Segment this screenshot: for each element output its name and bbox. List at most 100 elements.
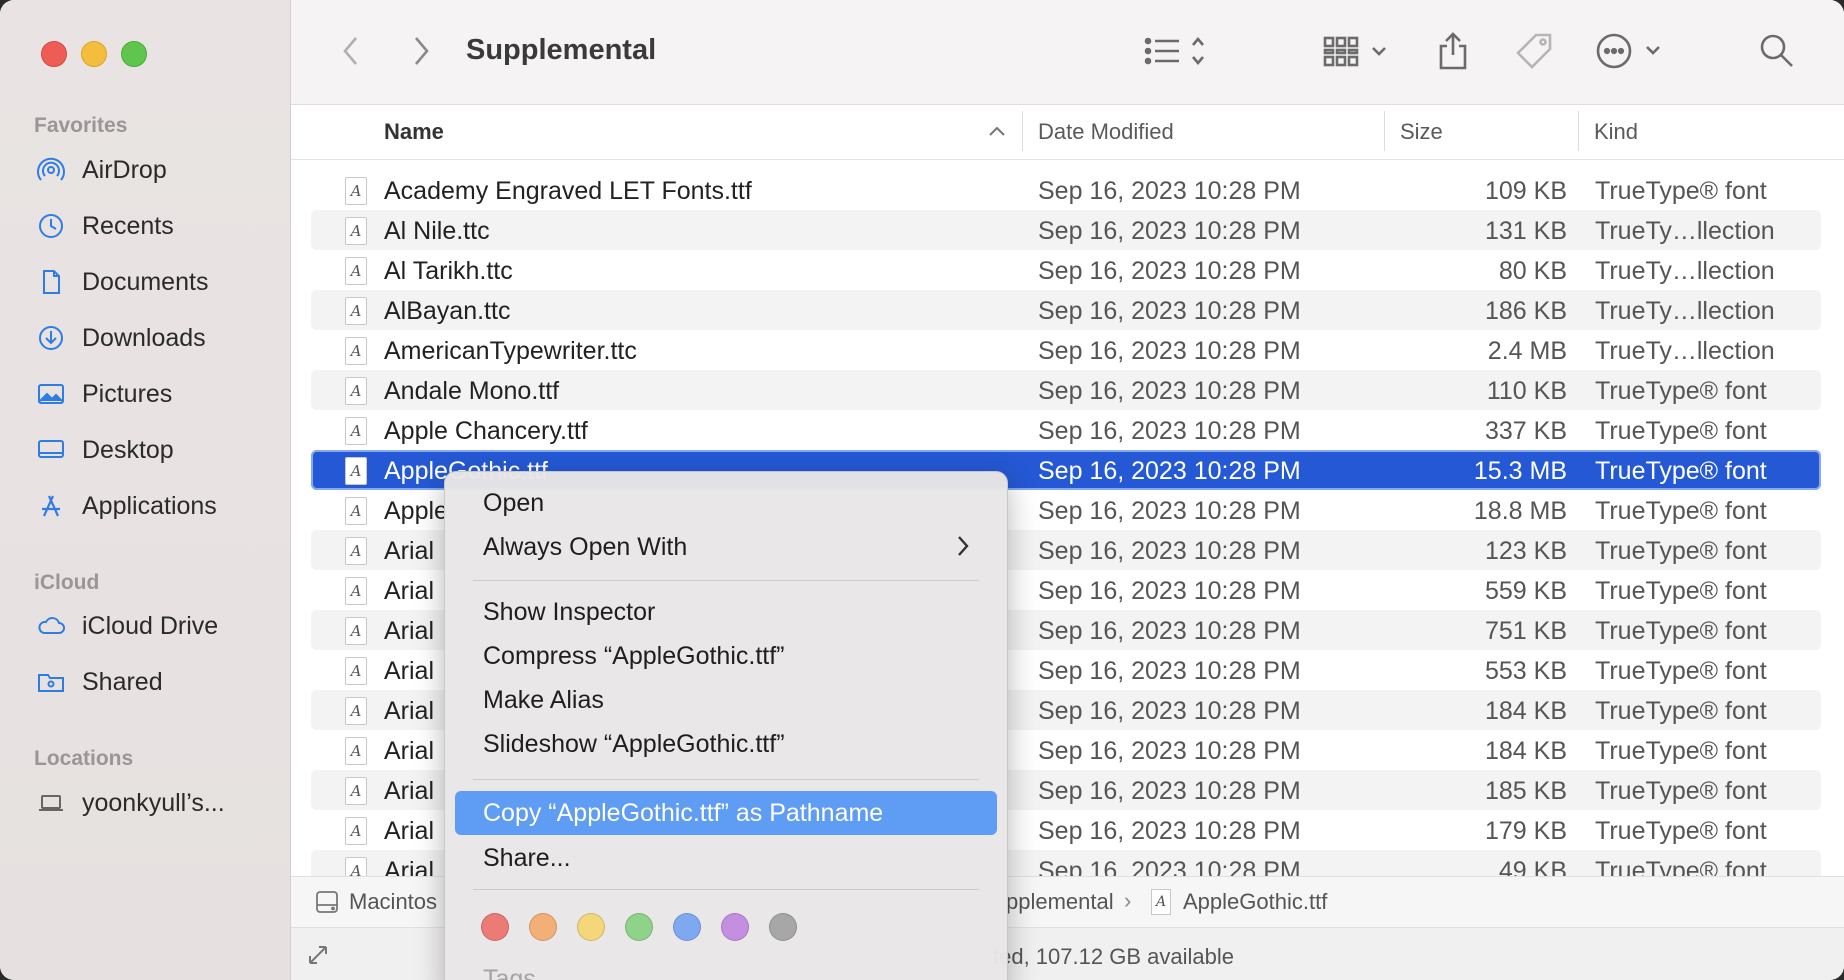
menu-separator — [473, 889, 979, 890]
font-file-icon: A — [345, 377, 367, 405]
file-name: Academy Engraved LET Fonts.ttf — [384, 177, 752, 205]
tag-color-dot[interactable] — [673, 913, 701, 941]
sidebar-item-label: yoonkyull’s... — [82, 788, 225, 817]
minimize-window-button[interactable] — [81, 41, 107, 67]
column-size[interactable]: Size — [1400, 119, 1443, 145]
file-name: Arial — [384, 857, 435, 876]
sidebar-item-desktop[interactable]: Desktop — [34, 430, 174, 470]
airdrop-icon — [34, 153, 68, 187]
font-file-icon: A — [345, 737, 367, 765]
menu-item-make-alias[interactable]: Make Alias — [455, 678, 997, 722]
action-button[interactable] — [1595, 28, 1671, 74]
table-row[interactable]: A Andale Mono.ttf Sep 16, 2023 10:28 PM 110… — [311, 370, 1821, 410]
context-menu: Open Always Open With Show Inspector Com… — [444, 471, 1008, 980]
file-kind: TrueType® font — [1595, 377, 1767, 405]
menu-item-compress[interactable]: Compress “AppleGothic.ttf” — [455, 634, 997, 678]
font-file-icon: A — [345, 297, 367, 325]
share-button[interactable] — [1433, 28, 1473, 74]
sidebar-item-pictures[interactable]: Pictures — [34, 374, 172, 414]
file-date: Sep 16, 2023 10:28 PM — [1038, 337, 1301, 365]
font-file-icon: A — [345, 777, 367, 805]
file-size: 49 KB — [1498, 857, 1567, 876]
file-date: Sep 16, 2023 10:28 PM — [1038, 377, 1301, 405]
font-file-icon: A — [345, 577, 367, 605]
table-row[interactable]: A Al Nile.ttc Sep 16, 2023 10:28 PM 131 KB T… — [311, 210, 1821, 250]
column-kind[interactable]: Kind — [1594, 119, 1638, 145]
menu-item-tags[interactable]: Tags — [455, 957, 997, 980]
desktop-icon — [34, 433, 68, 467]
file-kind: TrueTy…llection — [1595, 257, 1775, 285]
tag-color-dot[interactable] — [769, 913, 797, 941]
file-name: Arial — [384, 537, 435, 565]
path-segment-file[interactable]: AppleGothic.ttf — [1183, 889, 1327, 915]
sidebar-item-macbook[interactable]: yoonkyull’s... — [34, 783, 225, 823]
sidebar-item-downloads[interactable]: Downloads — [34, 318, 206, 358]
tag-color-dot[interactable] — [721, 913, 749, 941]
file-size: 184 KB — [1484, 697, 1567, 725]
sidebar-item-airdrop[interactable]: AirDrop — [34, 150, 167, 190]
menu-item-show-inspector[interactable]: Show Inspector — [455, 590, 997, 634]
file-name: Arial — [384, 657, 435, 685]
chevron-right-icon — [415, 37, 429, 65]
table-row[interactable]: A Apple Chancery.ttf Sep 16, 2023 10:28 PM… — [311, 410, 1821, 450]
clock-icon — [34, 209, 68, 243]
menu-item-copy-pathname[interactable]: Copy “AppleGothic.ttf” as Pathname — [455, 791, 997, 835]
sidebar-item-shared[interactable]: Shared — [34, 662, 163, 702]
group-button[interactable] — [1321, 28, 1393, 74]
sidebar-item-documents[interactable]: Documents — [34, 262, 208, 302]
path-segment-folder[interactable]: pplemental — [1006, 889, 1114, 915]
shared-folder-icon — [34, 665, 68, 699]
column-name[interactable]: Name — [384, 119, 444, 145]
hard-disk-icon — [316, 891, 338, 913]
file-date: Sep 16, 2023 10:28 PM — [1038, 257, 1301, 285]
file-name: Arial — [384, 697, 435, 725]
forward-button[interactable] — [401, 28, 441, 74]
column-separator[interactable] — [1384, 111, 1385, 151]
sidebar-item-label: Pictures — [82, 379, 173, 408]
grid-icon — [1323, 36, 1386, 67]
sidebar-item-label: Applications — [82, 491, 217, 520]
menu-item-always-open-with[interactable]: Always Open With — [455, 525, 997, 569]
sidebar-item-icloud-drive[interactable]: iCloud Drive — [34, 606, 218, 646]
sidebar-section-locations: Locations — [34, 747, 134, 770]
table-row[interactable]: A AmericanTypewriter.ttc Sep 16, 2023 10:2… — [311, 330, 1821, 370]
sidebar-item-recents[interactable]: Recents — [34, 206, 174, 246]
menu-item-slideshow[interactable]: Slideshow “AppleGothic.ttf” — [455, 722, 997, 766]
menu-item-share[interactable]: Share... — [455, 836, 997, 880]
window-controls — [41, 41, 147, 67]
file-kind: TrueTy…llection — [1595, 337, 1775, 365]
search-button[interactable] — [1757, 28, 1797, 74]
zoom-window-button[interactable] — [121, 41, 147, 67]
sidebar-item-label: Recents — [82, 211, 174, 240]
file-size: 185 KB — [1484, 777, 1567, 805]
file-kind: TrueType® font — [1595, 497, 1767, 525]
file-size: 553 KB — [1484, 657, 1567, 685]
tag-color-dot[interactable] — [577, 913, 605, 941]
tag-color-dot[interactable] — [481, 913, 509, 941]
close-window-button[interactable] — [41, 41, 67, 67]
tag-button[interactable] — [1511, 28, 1557, 74]
view-options-button[interactable] — [1143, 28, 1219, 74]
table-row[interactable]: A Al Tarikh.ttc Sep 16, 2023 10:28 PM 80 KB… — [311, 250, 1821, 290]
laptop-icon — [34, 786, 68, 820]
tag-color-dot[interactable] — [625, 913, 653, 941]
file-kind: TrueType® font — [1595, 177, 1767, 205]
file-kind: TrueType® font — [1595, 697, 1767, 725]
sidebar-item-applications[interactable]: Applications — [34, 486, 217, 526]
file-size: 123 KB — [1484, 537, 1567, 565]
file-size: 110 KB — [1486, 377, 1567, 405]
tag-color-dot[interactable] — [529, 913, 557, 941]
column-separator[interactable] — [1022, 111, 1023, 151]
table-row[interactable]: A AlBayan.ttc Sep 16, 2023 10:28 PM 186 KB T… — [311, 290, 1821, 330]
menu-item-open[interactable]: Open — [455, 481, 997, 525]
column-date-modified[interactable]: Date Modified — [1038, 119, 1174, 145]
file-name: Arial — [384, 737, 435, 765]
column-separator[interactable] — [1578, 111, 1579, 151]
table-row[interactable]: A Academy Engraved LET Fonts.ttf Sep 16, 2… — [311, 170, 1821, 210]
font-file-icon: A — [345, 457, 367, 485]
path-segment-disk[interactable]: Macintos — [349, 889, 437, 915]
file-date: Sep 16, 2023 10:28 PM — [1038, 777, 1301, 805]
search-icon — [1760, 34, 1793, 67]
back-button[interactable] — [331, 28, 371, 74]
sidebar-item-label: AirDrop — [82, 155, 167, 184]
